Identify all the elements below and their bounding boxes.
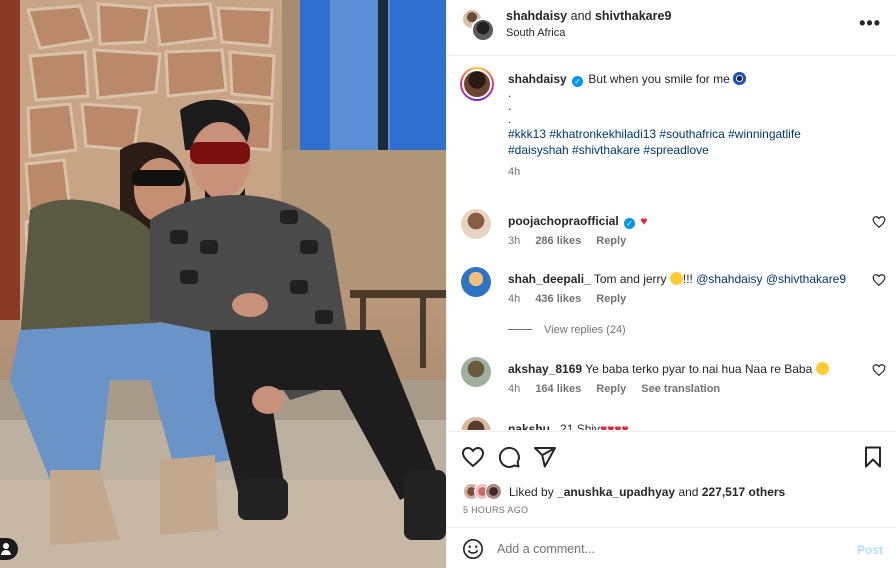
caption-dot: . bbox=[508, 86, 512, 100]
view-replies-button[interactable]: View replies (24) bbox=[508, 324, 626, 336]
post-header: shahdaisy and shivthakare9 South Africa … bbox=[447, 0, 896, 56]
author-username[interactable]: shahdaisy bbox=[506, 9, 567, 23]
comment-text: shah_deepali_ Tom and jerry !!! @shahdai… bbox=[508, 271, 868, 287]
share-icon[interactable] bbox=[533, 445, 557, 469]
emoji-picker-icon[interactable] bbox=[462, 538, 484, 560]
comment-username[interactable]: shah_deepali_ bbox=[508, 272, 591, 286]
post-side-panel: shahdaisy and shivthakare9 South Africa … bbox=[446, 0, 896, 568]
reply-button[interactable]: Reply bbox=[596, 235, 626, 247]
avatar[interactable] bbox=[461, 417, 491, 430]
verified-badge-icon: ✓ bbox=[624, 218, 636, 229]
post-comment-button[interactable]: Post bbox=[857, 543, 883, 557]
avatar[interactable] bbox=[471, 18, 495, 42]
comment-time[interactable]: 4h bbox=[508, 293, 520, 305]
reply-button[interactable]: Reply bbox=[596, 293, 626, 305]
heart-icon[interactable] bbox=[872, 273, 886, 287]
comment-username[interactable]: nakshu_ bbox=[508, 422, 557, 430]
comment-text: nakshu_ 21 Shiv♥♥♥♥ bbox=[508, 421, 868, 430]
caption: shahdaisy ✓ But when you smile for me . … bbox=[508, 71, 868, 180]
comment-time[interactable]: 3h bbox=[508, 235, 520, 247]
reply-button[interactable]: Reply bbox=[596, 383, 626, 395]
author-conjunction: and bbox=[570, 9, 592, 23]
caption-dot: . bbox=[508, 112, 512, 126]
liked-by-text: Liked by _anushka_upadhyay and 227,517 o… bbox=[509, 485, 785, 499]
heart-icon[interactable] bbox=[461, 445, 485, 469]
comment-text: akshay_8169 Ye baba terko pyar to nai hu… bbox=[508, 361, 868, 377]
author-names: shahdaisy and shivthakare9 bbox=[506, 9, 671, 23]
caption-hashtags[interactable]: #daisyshah #shivthakare #spreadlove bbox=[508, 143, 709, 157]
mention-link[interactable]: @shivthakare9 bbox=[766, 272, 846, 286]
red-heart-emoji-icon: ♥ bbox=[640, 214, 648, 228]
mention-link[interactable]: @shahdaisy bbox=[696, 272, 762, 286]
comment-likes[interactable]: 286 likes bbox=[535, 235, 581, 247]
comment-body: 21 Shiv bbox=[560, 422, 601, 430]
post-photo-illustration bbox=[0, 0, 446, 568]
comment-body: Ye baba terko pyar to nai hua Naa re Bab… bbox=[585, 362, 813, 376]
post-timestamp[interactable]: 5 HOURS AGO bbox=[463, 505, 528, 515]
collab-username[interactable]: shivthakare9 bbox=[595, 9, 671, 23]
liked-by-prefix: Liked by bbox=[509, 485, 554, 499]
comment-time[interactable]: 4h bbox=[508, 383, 520, 395]
comment-meta: 4h 436 likes Reply bbox=[508, 293, 638, 305]
comment-meta: 4h 164 likes Reply See translation bbox=[508, 383, 732, 395]
comment-meta: 3h 286 likes Reply bbox=[508, 235, 638, 247]
comment-username[interactable]: poojachopraofficial bbox=[508, 214, 619, 228]
post-actions: Liked by _anushka_upadhyay and 227,517 o… bbox=[447, 431, 896, 527]
caption-username[interactable]: shahdaisy bbox=[508, 72, 567, 86]
comments-list[interactable]: shahdaisy ✓ But when you smile for me . … bbox=[447, 57, 896, 430]
bookmark-icon[interactable] bbox=[861, 445, 885, 469]
collab-avatars[interactable] bbox=[461, 8, 495, 42]
avatar[interactable] bbox=[461, 267, 491, 297]
avatar[interactable] bbox=[461, 209, 491, 239]
avatar[interactable] bbox=[461, 357, 491, 387]
verified-badge-icon: ✓ bbox=[572, 76, 584, 87]
nazar-amulet-emoji-icon bbox=[733, 72, 747, 85]
liked-by-user[interactable]: _anushka_upadhyay bbox=[557, 485, 675, 499]
liked-by-count[interactable]: 227,517 others bbox=[702, 485, 785, 499]
comment-username[interactable]: akshay_8169 bbox=[508, 362, 582, 376]
comment-likes[interactable]: 164 likes bbox=[535, 383, 581, 395]
red-heart-emoji-icon: ♥♥♥♥ bbox=[600, 422, 629, 430]
comment-likes[interactable]: 436 likes bbox=[535, 293, 581, 305]
location-link[interactable]: South Africa bbox=[506, 27, 565, 39]
see-translation-button[interactable]: See translation bbox=[641, 383, 720, 395]
caption-time[interactable]: 4h bbox=[508, 164, 520, 180]
heart-eyes-emoji-icon bbox=[669, 272, 683, 285]
post-photo[interactable] bbox=[0, 0, 446, 568]
caption-avatar[interactable] bbox=[460, 67, 494, 101]
caption-text: But when you smile for me bbox=[588, 72, 730, 86]
caption-dot: . bbox=[508, 99, 512, 113]
liked-by-and: and bbox=[678, 485, 699, 499]
comment-body-suffix: !!! bbox=[682, 272, 693, 286]
heart-icon[interactable] bbox=[872, 363, 886, 377]
more-options-icon[interactable]: ••• bbox=[859, 13, 881, 34]
comment-icon[interactable] bbox=[497, 445, 521, 469]
add-comment-bar: Post bbox=[447, 527, 896, 568]
heart-icon[interactable] bbox=[872, 215, 886, 229]
caption-hashtags[interactable]: #kkk13 #khatronkekhiladi13 #southafrica … bbox=[508, 127, 801, 141]
comment-body: Tom and jerry bbox=[593, 272, 667, 286]
comment-text: poojachopraofficial ✓ ♥ bbox=[508, 213, 868, 229]
laughing-emoji-icon bbox=[815, 362, 829, 375]
comment-input[interactable] bbox=[497, 539, 827, 559]
